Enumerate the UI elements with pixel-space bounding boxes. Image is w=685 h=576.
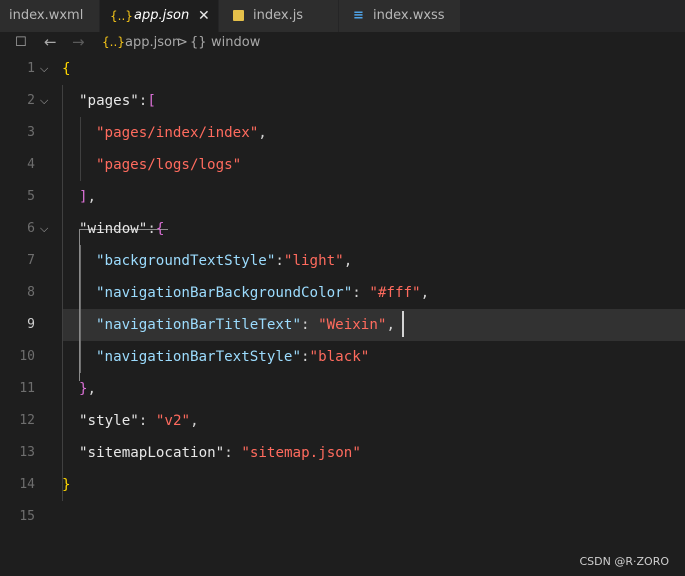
code-line: 15: [0, 501, 685, 533]
brace: }: [79, 381, 88, 397]
line-number: 12: [19, 413, 35, 428]
json-key: "window": [79, 221, 148, 237]
json-key: "sitemapLocation": [79, 445, 225, 461]
comma: ,: [258, 125, 267, 141]
tab-index-wxml[interactable]: index.wxml: [0, 0, 100, 32]
json-file-icon: {..}: [110, 9, 133, 23]
json-string: "pages/logs/logs": [96, 157, 242, 173]
brace: {: [62, 61, 71, 77]
json-string: "sitemap.json": [241, 445, 361, 461]
line-number: 3: [27, 125, 35, 140]
json-key: "pages": [79, 93, 139, 109]
tab-index-js[interactable]: index.js: [219, 0, 339, 32]
comma: ,: [386, 317, 395, 333]
code-line: 12 "style": "v2",: [0, 405, 685, 437]
line-number: 13: [19, 445, 35, 460]
colon: :: [275, 253, 284, 269]
colon: :: [352, 285, 370, 301]
json-key: "style": [79, 413, 139, 429]
comma: ,: [87, 189, 97, 205]
colon: :: [301, 317, 319, 333]
css-file-icon: ≡: [353, 8, 364, 23]
code-line: 6 ⌵ "window":{: [0, 213, 685, 245]
tab-app-json[interactable]: {..} app.json ✕: [100, 0, 219, 32]
line-number: 9: [27, 317, 35, 332]
line-number: 4: [27, 157, 35, 172]
code-line: 13 "sitemapLocation": "sitemap.json": [0, 437, 685, 469]
tab-label: index.wxml: [9, 8, 84, 23]
code-line: 5 ],: [0, 181, 685, 213]
colon: :: [138, 413, 156, 429]
line-number: 11: [19, 381, 35, 396]
breadcrumb-file[interactable]: app.json: [125, 32, 180, 53]
code-line: 3 "pages/index/index",: [0, 117, 685, 149]
bookmark-icon[interactable]: ☐: [15, 32, 27, 53]
line-number: 14: [19, 477, 35, 492]
tab-label: index.js: [253, 8, 304, 23]
bracket: [: [147, 93, 156, 109]
json-string: "light": [283, 253, 344, 269]
json-key: "navigationBarTextStyle": [96, 349, 301, 365]
line-number: 8: [27, 285, 35, 300]
json-string: "pages/index/index": [96, 125, 259, 141]
line-number: 5: [27, 189, 35, 204]
breadcrumb-symbol[interactable]: window: [211, 32, 260, 53]
code-line: 14 }: [0, 469, 685, 501]
object-symbol-icon: {}: [190, 35, 207, 50]
watermark: CSDN @R·ZORO: [579, 555, 670, 568]
breadcrumb-separator: >: [177, 35, 188, 50]
json-key: "backgroundTextStyle": [96, 253, 276, 269]
json-key: "navigationBarTitleText": [96, 317, 301, 333]
comma: ,: [87, 381, 97, 397]
code-line: 7 "backgroundTextStyle":"light",: [0, 245, 685, 277]
tab-bar: index.wxml {..} app.json ✕ index.js ≡ in…: [0, 0, 685, 32]
json-file-icon: {..}: [102, 35, 125, 49]
json-string: "v2": [155, 413, 191, 429]
code-line: 8 "navigationBarBackgroundColor": "#fff"…: [0, 277, 685, 309]
colon: :: [301, 349, 310, 365]
comma: ,: [343, 253, 353, 269]
tab-index-wxss[interactable]: ≡ index.wxss: [339, 0, 461, 32]
line-number: 10: [19, 349, 35, 364]
line-number: 2: [27, 93, 35, 108]
tab-label: app.json: [134, 8, 190, 23]
code-line-current: 9 "navigationBarTitleText": "Weixin",: [0, 309, 685, 341]
tab-label: index.wxss: [373, 8, 445, 23]
text-caret: [402, 311, 404, 337]
json-string: "black": [309, 349, 370, 365]
close-icon[interactable]: ✕: [198, 0, 210, 32]
json-key: "navigationBarBackgroundColor": [96, 285, 353, 301]
brace: {: [155, 221, 165, 237]
back-arrow-icon[interactable]: ←: [44, 32, 57, 53]
line-number: 1: [27, 61, 35, 76]
code-line: 2 ⌵ "pages":[: [0, 85, 685, 117]
code-line: 10 "navigationBarTextStyle":"black": [0, 341, 685, 373]
fold-chevron-icon[interactable]: ⌵: [40, 85, 48, 117]
code-line: 4 "pages/logs/logs": [0, 149, 685, 181]
fold-chevron-icon[interactable]: ⌵: [40, 213, 48, 245]
code-editor[interactable]: 1 ⌵ { 2 ⌵ "pages":[ 3 "pages/index/index…: [0, 53, 685, 576]
comma: ,: [420, 285, 430, 301]
colon: :: [224, 445, 242, 461]
code-line: 11 },: [0, 373, 685, 405]
comma: ,: [190, 413, 199, 429]
bracket: ]: [79, 189, 88, 205]
code-line: 1 ⌵ {: [0, 53, 685, 85]
colon: :: [147, 221, 156, 237]
brace: }: [62, 477, 71, 493]
json-string: "#fff": [369, 285, 421, 301]
js-file-icon: [233, 10, 244, 21]
fold-chevron-icon[interactable]: ⌵: [40, 53, 48, 85]
line-number: 15: [19, 509, 35, 524]
json-string: "Weixin": [318, 317, 387, 333]
line-number: 6: [27, 221, 35, 236]
breadcrumb: ☐ ← → {..} app.json > {} window: [0, 32, 685, 53]
line-number: 7: [27, 253, 35, 268]
forward-arrow-icon[interactable]: →: [72, 32, 85, 53]
